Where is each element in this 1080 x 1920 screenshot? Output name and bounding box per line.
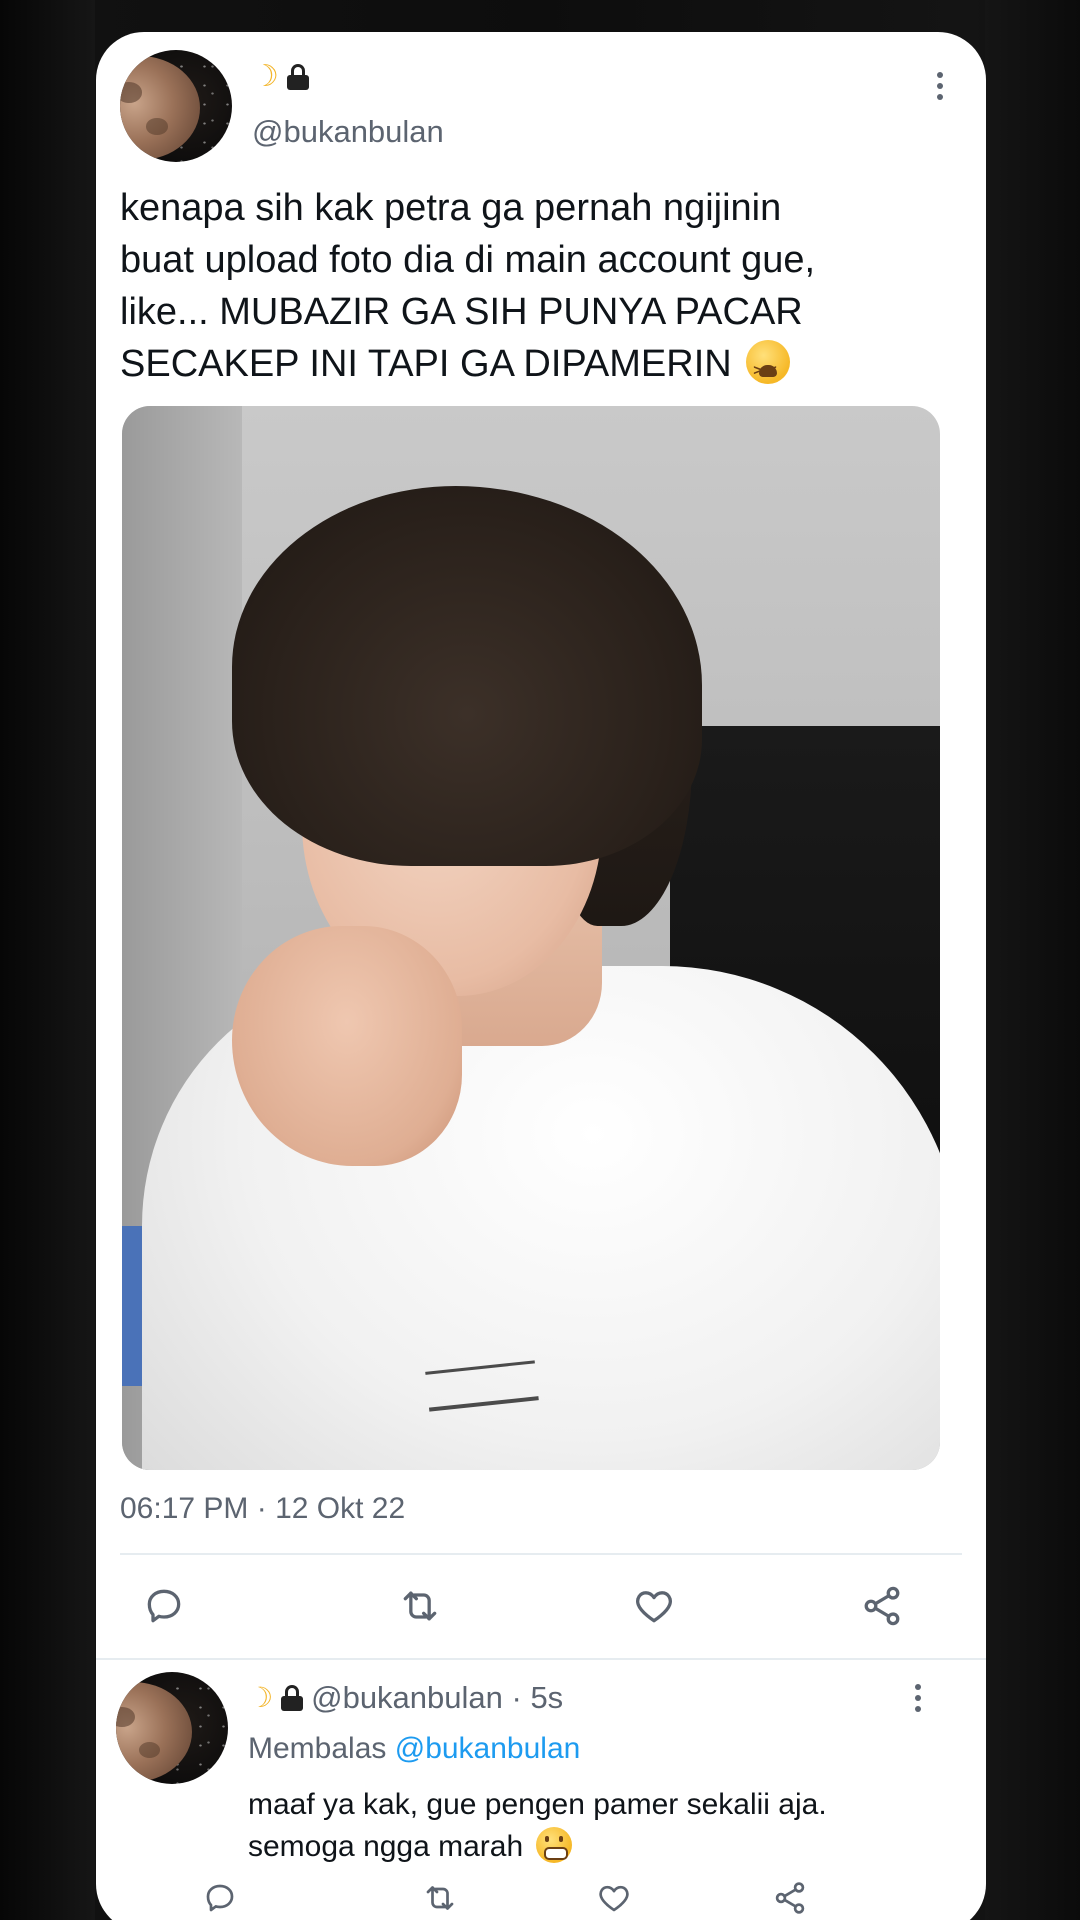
tweet-text-line-last: SECAKEP INI TAPI GA DIPAMERIN [120, 338, 960, 397]
reply-text: maaf ya kak, gue pengen pamer sekalii aj… [248, 1784, 948, 1868]
reply-header[interactable]: ☽ @bukanbulan · 5s [248, 1680, 563, 1716]
moon-emoji: ☽ [248, 1682, 274, 1713]
reply-author-avatar[interactable] [116, 1672, 228, 1784]
tweet-text: kenapa sih kak petra ga pernah ngijinin … [120, 182, 960, 397]
tweet-text-line: like... MUBAZIR GA SIH PUNYA PACAR [120, 291, 803, 333]
replying-mention[interactable]: @bukanbulan [395, 1732, 581, 1765]
reply-text-line-last: semoga ngga marah [248, 1826, 948, 1868]
reply-handle[interactable]: @bukanbulan · 5s [311, 1680, 563, 1716]
grimacing-face-emoji [535, 1827, 572, 1863]
divider [120, 1553, 962, 1555]
heart-icon[interactable] [632, 1584, 676, 1628]
background-left [0, 0, 95, 1920]
background-right [985, 0, 1080, 1920]
reply-icon[interactable] [202, 1880, 238, 1916]
retweet-icon[interactable] [422, 1880, 458, 1916]
tired-face-emoji [746, 340, 791, 397]
author-handle[interactable]: @bukanbulan [252, 114, 444, 150]
moon-emoji: ☽ [252, 60, 279, 93]
replying-prefix: Membalas [248, 1732, 387, 1765]
replying-to: Membalas @bukanbulan [248, 1732, 580, 1766]
more-options-icon[interactable] [928, 72, 952, 100]
reply-text-line: maaf ya kak, gue pengen pamer sekalii aj… [248, 1788, 827, 1821]
tweet-card: ☽ @bukanbulan kenapa sih kak petra ga pe… [96, 32, 986, 1920]
reply-text-line: semoga ngga marah [248, 1830, 524, 1863]
share-icon[interactable] [860, 1584, 904, 1628]
tweet-photo[interactable] [122, 406, 940, 1470]
retweet-icon[interactable] [398, 1584, 442, 1628]
tweet-text-line: buat upload foto dia di main account gue… [120, 239, 816, 281]
tweet-timestamp[interactable]: 06:17 PM · 12 Okt 22 [120, 1492, 405, 1526]
author-avatar[interactable] [120, 50, 232, 162]
more-options-icon[interactable] [906, 1684, 930, 1712]
author-name[interactable]: ☽ [252, 62, 309, 92]
lock-icon [281, 1685, 304, 1711]
share-icon[interactable] [772, 1880, 808, 1916]
tweet-text-line: kenapa sih kak petra ga pernah ngijinin [120, 187, 782, 229]
heart-icon[interactable] [596, 1880, 632, 1916]
screen: ☽ @bukanbulan kenapa sih kak petra ga pe… [0, 0, 1080, 1920]
reply-icon[interactable] [142, 1584, 186, 1628]
tweet-text-line: SECAKEP INI TAPI GA DIPAMERIN [120, 343, 732, 385]
divider [96, 1658, 986, 1660]
lock-icon [286, 64, 309, 90]
